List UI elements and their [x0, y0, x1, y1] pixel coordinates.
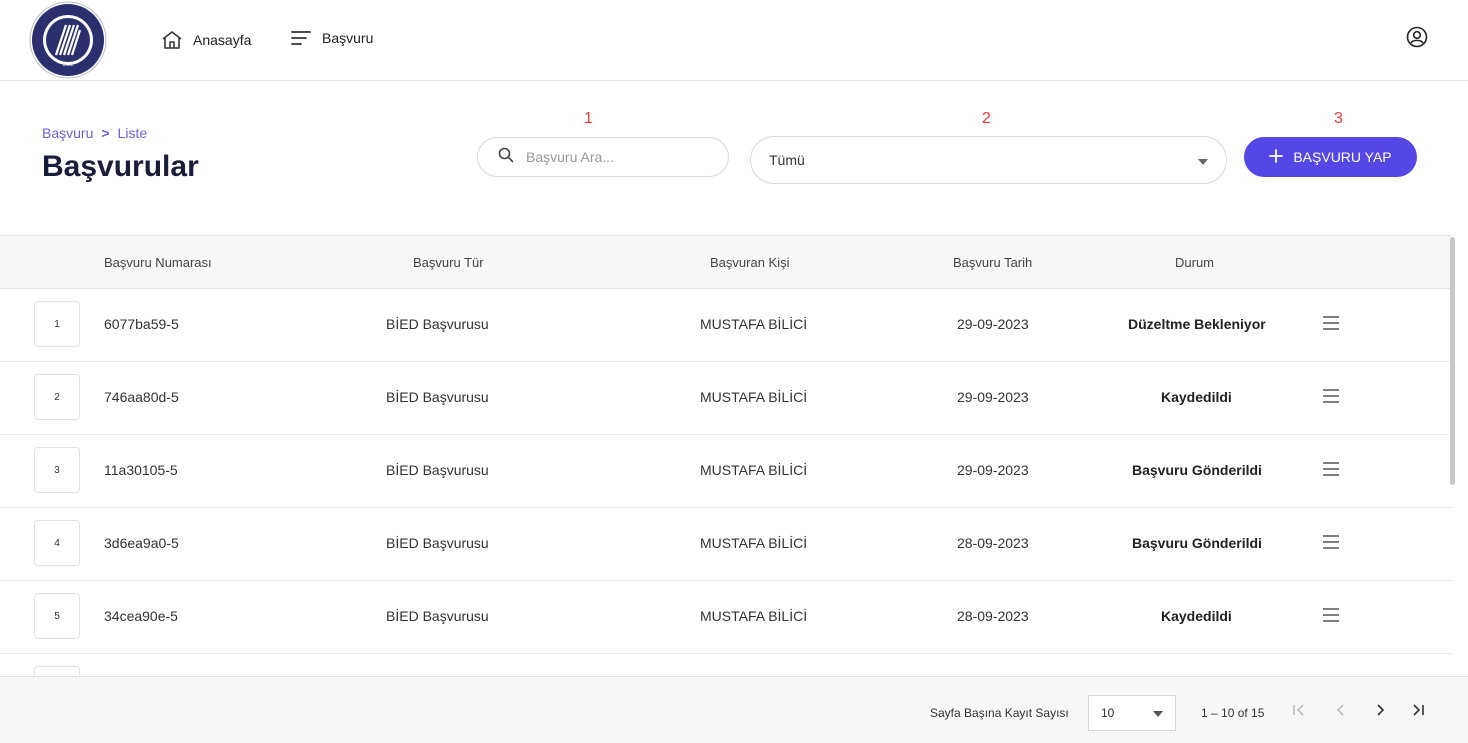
nav-home-label: Anasayfa	[193, 32, 252, 48]
cell-status: Kaydedildi	[1161, 608, 1232, 624]
cell-type: BİED Başvurusu	[386, 535, 489, 551]
header-applicant[interactable]: Başvuran Kişi	[710, 255, 789, 270]
table-row[interactable]: 5 34cea90e-5 BİED Başvurusu MUSTAFA BİLİ…	[0, 581, 1452, 654]
plus-icon	[1269, 148, 1284, 166]
home-icon	[161, 30, 183, 50]
row-index: 3	[34, 447, 80, 493]
row-menu-icon[interactable]	[1322, 534, 1340, 553]
header-type[interactable]: Başvuru Tür	[413, 255, 484, 270]
table-row[interactable]: 3 11a30105-5 BİED Başvurusu MUSTAFA BİLİ…	[0, 435, 1452, 508]
search-icon	[498, 147, 514, 168]
cell-type: BİED Başvurusu	[386, 316, 489, 332]
table-row[interactable]: 1 6077ba59-5 BİED Başvurusu MUSTAFA BİLİ…	[0, 289, 1452, 362]
page-title: Başvurular	[42, 150, 199, 183]
cell-status: Başvuru Gönderildi	[1132, 462, 1262, 478]
spk-logo[interactable]: 1982	[20, 0, 116, 80]
row-menu-icon[interactable]	[1322, 607, 1340, 626]
top-bar: 1982 Anasayfa Başvuru	[0, 0, 1468, 81]
user-profile-icon[interactable]	[1406, 26, 1428, 53]
cell-status: Kaydedildi	[1161, 389, 1232, 405]
nav-apply[interactable]: Başvuru	[290, 30, 373, 46]
cell-type: BİED Başvurusu	[386, 389, 489, 405]
annotation-1: 1	[584, 110, 593, 127]
row-menu-icon[interactable]	[1322, 315, 1340, 334]
annotation-3: 3	[1334, 110, 1343, 127]
last-page-icon[interactable]	[1411, 703, 1425, 722]
header-number[interactable]: Başvuru Numarası	[104, 255, 212, 270]
annotation-2: 2	[982, 110, 991, 127]
row-menu-icon[interactable]	[1322, 388, 1340, 407]
breadcrumb: Başvuru > Liste	[42, 125, 147, 141]
first-page-icon[interactable]	[1292, 703, 1306, 722]
cell-number: 3d6ea9a0-5	[104, 535, 179, 551]
per-page-select[interactable]: 10	[1088, 695, 1176, 731]
cell-type: BİED Başvurusu	[386, 462, 489, 478]
cell-type: BİED Başvurusu	[386, 608, 489, 624]
row-index: 5	[34, 593, 80, 639]
row-index	[34, 666, 80, 675]
cell-status: Başvuru Gönderildi	[1132, 535, 1262, 551]
cell-applicant: MUSTAFA BİLİCİ	[700, 316, 808, 332]
cell-date: 28-09-2023	[957, 535, 1029, 551]
cell-number: 34cea90e-5	[104, 608, 178, 624]
row-index: 2	[34, 374, 80, 420]
table-row[interactable]: 4 3d6ea9a0-5 BİED Başvurusu MUSTAFA BİLİ…	[0, 508, 1452, 581]
per-page-value: 10	[1101, 706, 1115, 720]
breadcrumb-current: Liste	[117, 125, 148, 141]
cell-date: 29-09-2023	[957, 316, 1029, 332]
status-filter-value: Tümü	[769, 152, 805, 168]
cell-applicant: MUSTAFA BİLİCİ	[700, 389, 808, 405]
page-range: 1 – 10 of 15	[1201, 706, 1265, 720]
nav-home[interactable]: Anasayfa	[161, 30, 251, 50]
table-row[interactable]: 2 746aa80d-5 BİED Başvurusu MUSTAFA BİLİ…	[0, 362, 1452, 435]
row-index: 1	[34, 301, 80, 347]
new-application-button[interactable]: BAŞVURU YAP	[1244, 137, 1417, 177]
cell-applicant: MUSTAFA BİLİCİ	[700, 608, 808, 624]
cell-number: 11a30105-5	[104, 462, 178, 478]
cell-date: 29-09-2023	[957, 462, 1029, 478]
search-input[interactable]	[524, 148, 708, 166]
breadcrumb-root[interactable]: Başvuru	[42, 125, 93, 141]
cell-date: 28-09-2023	[957, 608, 1029, 624]
table-header: Başvuru Numarası Başvuru Tür Başvuran Ki…	[0, 235, 1452, 289]
row-menu-icon[interactable]	[1322, 461, 1340, 480]
cell-date: 29-09-2023	[957, 389, 1029, 405]
header-status[interactable]: Durum	[1175, 255, 1214, 270]
breadcrumb-separator: >	[101, 125, 110, 141]
cell-applicant: MUSTAFA BİLİCİ	[700, 462, 808, 478]
pagination-bar: Sayfa Başına Kayıt Sayısı 10 1 – 10 of 1…	[0, 676, 1468, 743]
search-box[interactable]	[477, 137, 729, 177]
applications-table: Başvuru Numarası Başvuru Tür Başvuran Ki…	[0, 235, 1452, 675]
table-row-partial[interactable]	[0, 654, 1452, 675]
caret-down-icon	[1198, 152, 1208, 168]
cell-number: 6077ba59-5	[104, 316, 179, 332]
cell-applicant: MUSTAFA BİLİCİ	[700, 535, 808, 551]
status-filter-select[interactable]: Tümü	[750, 136, 1227, 184]
prev-page-icon[interactable]	[1334, 703, 1348, 722]
cell-number: 746aa80d-5	[104, 389, 179, 405]
row-index: 4	[34, 520, 80, 566]
cell-status: Düzeltme Bekleniyor	[1128, 316, 1266, 332]
header-date[interactable]: Başvuru Tarih	[953, 255, 1032, 270]
per-page-label: Sayfa Başına Kayıt Sayısı	[930, 706, 1069, 720]
new-application-label: BAŞVURU YAP	[1293, 149, 1392, 165]
svg-text:1982: 1982	[62, 62, 73, 68]
caret-down-icon	[1153, 706, 1163, 720]
menu-lines-icon	[290, 30, 312, 46]
nav-apply-label: Başvuru	[322, 30, 374, 46]
table-scrollbar[interactable]	[1450, 237, 1455, 485]
next-page-icon[interactable]	[1373, 703, 1387, 722]
